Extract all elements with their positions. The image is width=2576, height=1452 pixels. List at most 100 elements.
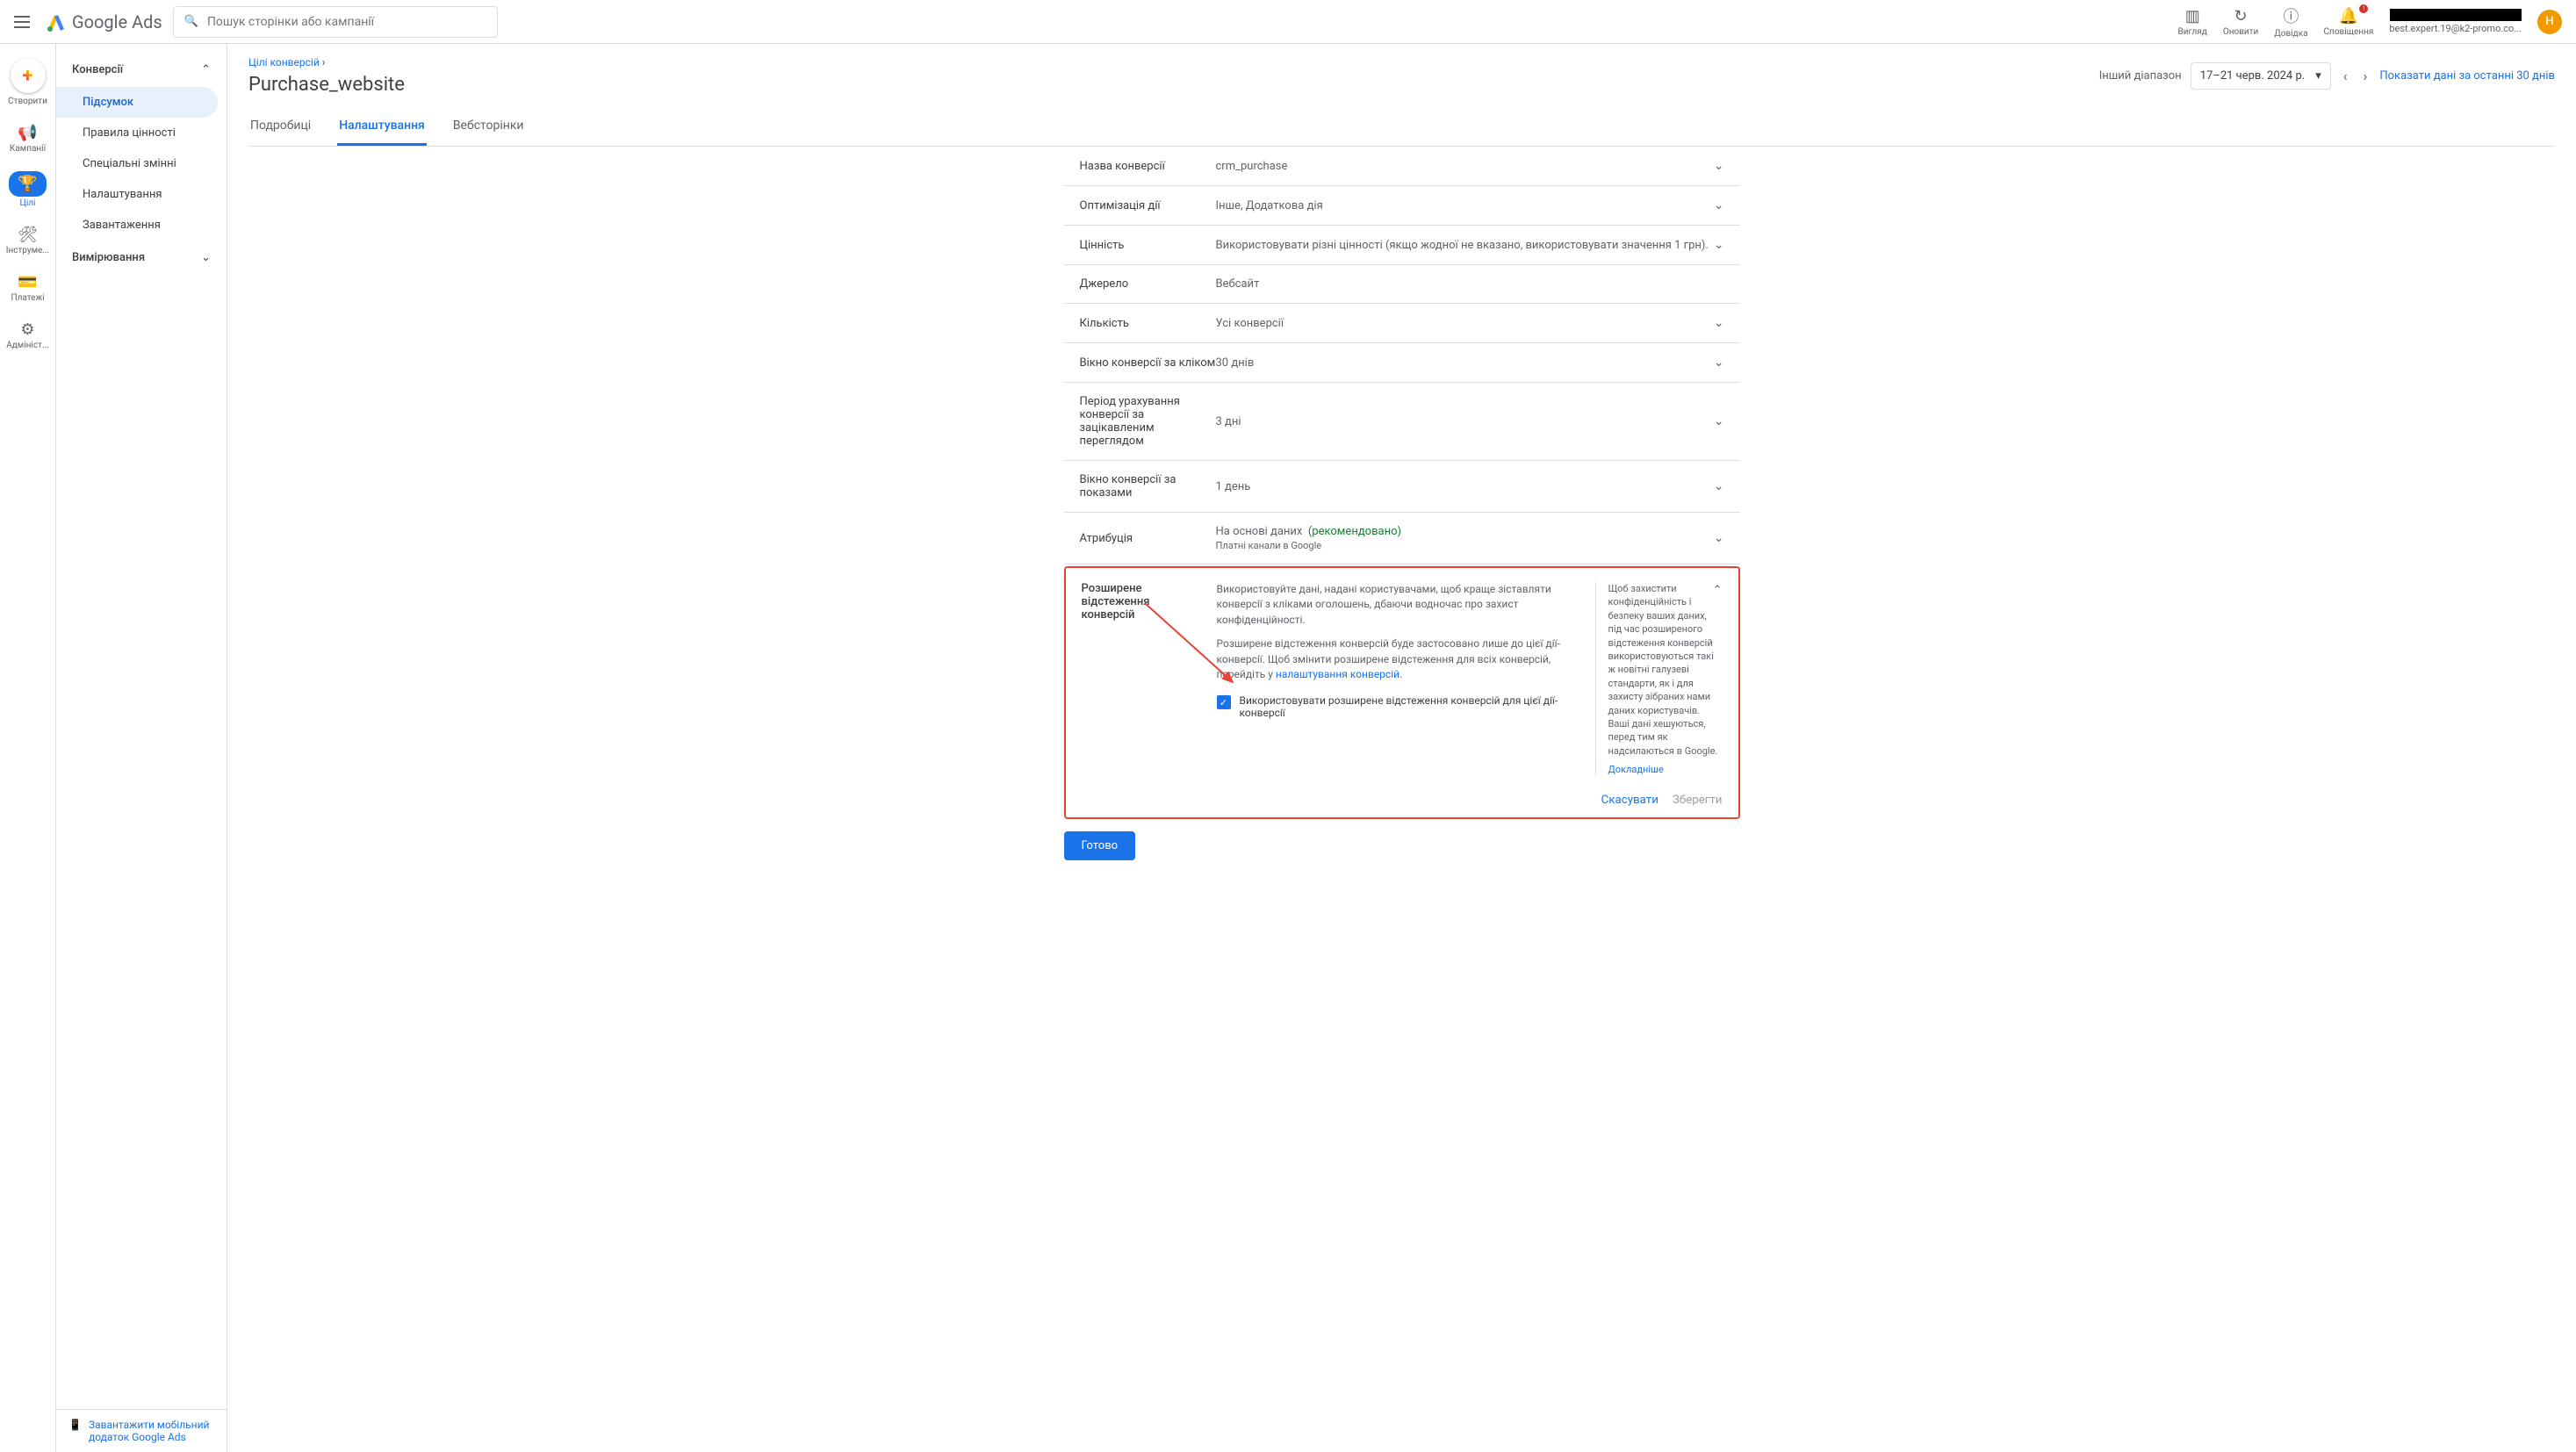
- breadcrumb-root[interactable]: Цілі конверсій: [248, 56, 320, 68]
- setting-row[interactable]: Кількість Усі конверсії ⌄: [1064, 304, 1740, 343]
- view-icon: ▥: [2185, 7, 2200, 25]
- setting-value: crm_purchase: [1216, 160, 1714, 173]
- date-range-picker[interactable]: 17–21 черв. 2024 р. ▾: [2191, 62, 2331, 90]
- rail-goals[interactable]: 🏆Цілі: [0, 166, 55, 213]
- create-label: Створити: [8, 97, 47, 106]
- chevron-down-icon: ⌄: [201, 251, 211, 264]
- left-rail: + Створити 📢Кампанії 🏆Цілі 🛠Інструме... …: [0, 44, 56, 1452]
- plus-icon: +: [23, 65, 33, 87]
- nav-uploads[interactable]: Завантаження: [56, 210, 227, 241]
- setting-label: Цінність: [1080, 239, 1216, 252]
- setting-row[interactable]: Назва конверсії crm_purchase ⌄: [1064, 147, 1740, 186]
- setting-value: Усі конверсії: [1216, 317, 1714, 330]
- download-label: Завантажити мобільний додаток Google Ads: [89, 1419, 214, 1443]
- setting-row[interactable]: Цінність Використовувати різні цінності …: [1064, 226, 1740, 265]
- chevron-up-icon[interactable]: ⌃: [1713, 584, 1723, 597]
- chevron-down-icon: ⌄: [1714, 531, 1724, 545]
- setting-row-attribution[interactable]: Атрибуція На основі даних (рекомендовано…: [1064, 513, 1740, 564]
- refresh-icon: ↻: [2234, 7, 2248, 25]
- setting-subtext: Платні канали в Google: [1216, 540, 1714, 551]
- date-controls: Інший діапазон 17–21 черв. 2024 р. ▾ ‹ ›…: [2099, 62, 2555, 90]
- enhanced-label: Розширене відстеження конверсій: [1082, 582, 1205, 776]
- nav-summary[interactable]: Підсумок: [56, 87, 218, 118]
- save-button: Зберегти: [1673, 794, 1723, 807]
- done-button[interactable]: Готово: [1064, 831, 1136, 860]
- tab-settings[interactable]: Налаштування: [337, 108, 427, 146]
- nav-settings[interactable]: Налаштування: [56, 179, 227, 210]
- enhanced-sidebar-info: Щоб захистити конфіденційність і безпеку…: [1595, 582, 1723, 776]
- refresh-action[interactable]: ↻ Оновити: [2223, 7, 2258, 37]
- enhanced-conversions-panel: ⌃ Розширене відстеження конверсій Викори…: [1064, 566, 1740, 819]
- breadcrumb: Цілі конверсій ›: [248, 56, 405, 68]
- refresh-label: Оновити: [2223, 27, 2258, 37]
- setting-row[interactable]: Вікно конверсії за показами 1 день ⌄: [1064, 461, 1740, 513]
- setting-value: 3 дні: [1216, 415, 1714, 428]
- date-prev-button[interactable]: ‹: [2340, 64, 2351, 88]
- nav-section-measure[interactable]: Вимірювання ⌄: [56, 241, 227, 275]
- rail-campaigns[interactable]: 📢 Кампанії: [0, 119, 55, 159]
- notifications-action[interactable]: 🔔!Сповіщення: [2324, 7, 2374, 37]
- chevron-down-icon: ⌄: [1714, 316, 1724, 330]
- brand-text: Google Ads: [72, 11, 162, 32]
- top-actions: ▥Вигляд ↻ Оновити ⓘДовідка 🔔!Сповіщення b…: [2178, 4, 2562, 39]
- bell-icon: 🔔: [2339, 7, 2358, 25]
- rail-label: Інструме...: [6, 246, 49, 255]
- gear-icon: ⚙: [20, 320, 34, 339]
- setting-row[interactable]: Період урахування конверсії за зацікавле…: [1064, 383, 1740, 461]
- setting-value: Використовувати різні цінності (якщо жод…: [1216, 239, 1714, 252]
- view-action[interactable]: ▥Вигляд: [2178, 7, 2207, 37]
- chevron-down-icon: ⌄: [1714, 198, 1724, 212]
- account-block[interactable]: best.expert.19@k2-promo.co...: [2389, 9, 2522, 34]
- google-ads-icon: [46, 11, 67, 32]
- rail-admin[interactable]: ⚙Адмініст...: [0, 315, 55, 356]
- nav-value-rules[interactable]: Правила цінності: [56, 118, 227, 148]
- nav-custom-vars[interactable]: Спеціальні змінні: [56, 148, 227, 179]
- checkbox-label: Використовувати розширене відстеження ко…: [1240, 694, 1583, 719]
- tab-details[interactable]: Подробиці: [248, 108, 313, 146]
- setting-value: 30 днів: [1216, 356, 1714, 370]
- section-label: Конверсії: [72, 63, 123, 76]
- date-next-button[interactable]: ›: [2360, 64, 2371, 88]
- search-icon: 🔍: [184, 15, 198, 28]
- rail-tools[interactable]: 🛠Інструме...: [0, 220, 55, 261]
- side-nav: Конверсії ⌃ Підсумок Правила цінності Сп…: [56, 44, 227, 1452]
- enhanced-checkbox[interactable]: ✓: [1217, 695, 1231, 709]
- megaphone-icon: 📢: [18, 124, 37, 142]
- setting-row[interactable]: Оптимізація дії Інше, Додаткова дія ⌄: [1064, 186, 1740, 226]
- download-app-link[interactable]: 📱 Завантажити мобільний додаток Google A…: [56, 1409, 227, 1452]
- menu-icon[interactable]: [14, 11, 35, 32]
- rail-billing[interactable]: 💳 Платежі: [0, 268, 55, 308]
- setting-label: Назва конверсії: [1080, 160, 1216, 173]
- brand-logo[interactable]: Google Ads: [46, 11, 162, 32]
- dropdown-icon: ▾: [2315, 69, 2321, 83]
- setting-row[interactable]: Вікно конверсії за кліком 30 днів ⌄: [1064, 343, 1740, 383]
- tab-webpages[interactable]: Вебсторінки: [451, 108, 526, 146]
- chevron-down-icon: ⌄: [1714, 479, 1724, 493]
- search-box[interactable]: 🔍: [173, 6, 498, 38]
- last-30-days-link[interactable]: Показати дані за останні 30 днів: [2379, 69, 2555, 83]
- rail-label: Цілі: [20, 198, 36, 208]
- conversion-settings-link[interactable]: налаштування конверсій: [1276, 668, 1400, 680]
- rail-label: Кампанії: [10, 144, 46, 154]
- nav-section-conversions[interactable]: Конверсії ⌃: [56, 53, 227, 87]
- search-input[interactable]: [207, 15, 486, 29]
- card-icon: 💳: [18, 273, 37, 291]
- help-action[interactable]: ⓘДовідка: [2274, 4, 2307, 39]
- create-button[interactable]: + Створити: [0, 53, 55, 111]
- section-label: Вимірювання: [72, 251, 145, 264]
- setting-label: Атрибуція: [1080, 532, 1216, 545]
- topbar: Google Ads 🔍 ▥Вигляд ↻ Оновити ⓘДовідка 🔔…: [0, 0, 2576, 44]
- learn-more-link[interactable]: Докладніше: [1608, 763, 1723, 776]
- chevron-up-icon: ⌃: [201, 63, 211, 76]
- enhanced-description: Використовуйте дані, надані користувачам…: [1217, 582, 1583, 776]
- chevron-down-icon: ⌄: [1714, 414, 1724, 428]
- rail-label: Платежі: [11, 293, 44, 303]
- avatar[interactable]: H: [2537, 10, 2562, 34]
- phone-icon: 📱: [68, 1419, 82, 1431]
- account-id-redacted: [2390, 9, 2522, 21]
- notification-badge: !: [2359, 4, 2368, 13]
- setting-row[interactable]: Джерело Вебсайт: [1064, 265, 1740, 304]
- setting-label: Джерело: [1080, 277, 1216, 291]
- setting-label: Вікно конверсії за кліком: [1080, 356, 1216, 370]
- cancel-button[interactable]: Скасувати: [1601, 794, 1659, 807]
